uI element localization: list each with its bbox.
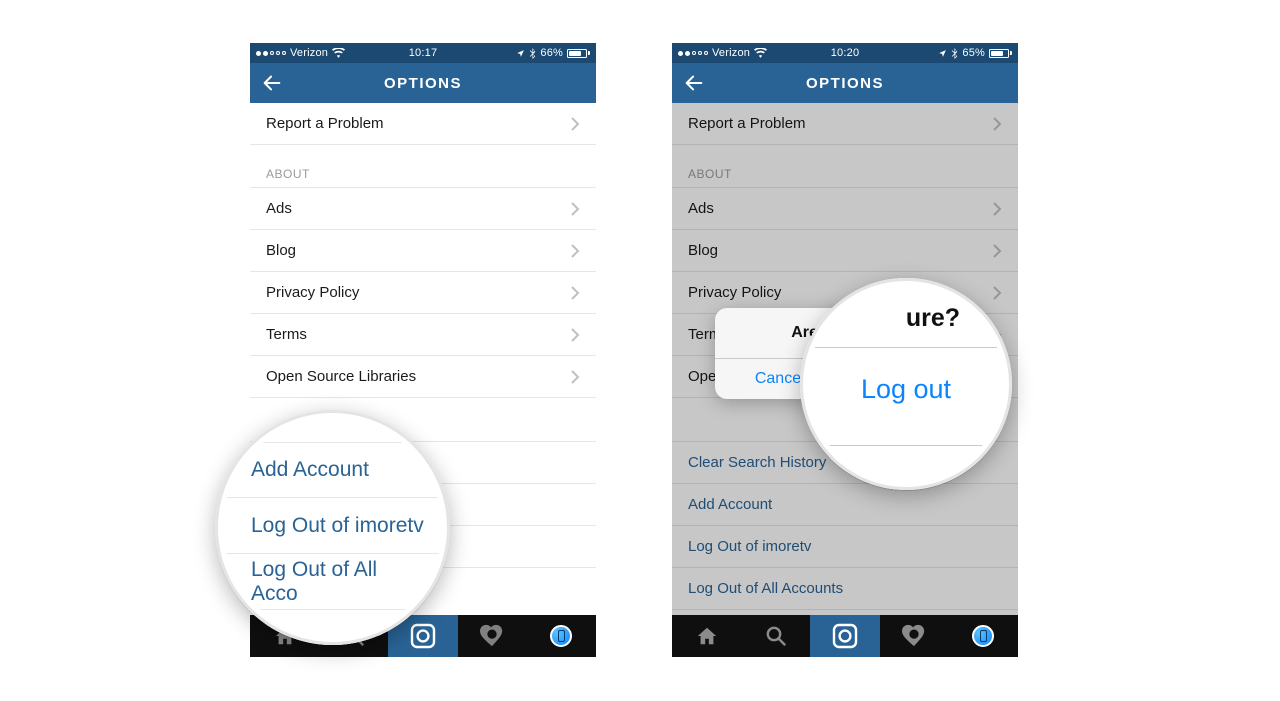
clock-label: 10:20 <box>831 47 860 59</box>
battery-icon <box>989 49 1012 58</box>
location-icon <box>516 49 525 58</box>
wifi-icon <box>332 48 345 58</box>
chevron-right-icon <box>571 244 580 258</box>
tab-search[interactable] <box>741 615 810 657</box>
row-terms[interactable]: Terms <box>250 314 596 356</box>
battery-icon <box>567 49 590 58</box>
nav-title: OPTIONS <box>806 75 884 92</box>
profile-badge-icon <box>550 625 572 647</box>
row-ads[interactable]: Ads <box>250 188 596 230</box>
battery-percent-label: 65% <box>962 47 985 59</box>
carrier-label: Verizon <box>712 47 750 59</box>
row-label: Blog <box>266 242 571 259</box>
chevron-right-icon <box>571 328 580 342</box>
signal-dots-icon <box>678 51 708 56</box>
clock-label: 10:17 <box>409 47 438 59</box>
chevron-right-icon <box>571 286 580 300</box>
bluetooth-icon <box>951 48 958 59</box>
tab-home[interactable] <box>672 615 741 657</box>
nav-bar: OPTIONS <box>250 63 596 103</box>
chevron-right-icon <box>571 117 580 131</box>
magnifier-confirm-button: Log out <box>808 348 1004 445</box>
row-label: Ads <box>266 200 571 217</box>
location-icon <box>938 49 947 58</box>
tab-activity[interactable] <box>458 615 527 657</box>
row-privacy[interactable]: Privacy Policy <box>250 272 596 314</box>
row-blog[interactable]: Blog <box>250 230 596 272</box>
tab-activity[interactable] <box>880 615 949 657</box>
row-report-problem[interactable]: Report a Problem <box>250 103 596 145</box>
profile-badge-icon <box>972 625 994 647</box>
back-button[interactable] <box>260 71 284 95</box>
signal-dots-icon <box>256 51 286 56</box>
row-label: Report a Problem <box>266 115 571 132</box>
chevron-right-icon <box>571 202 580 216</box>
status-bar: Verizon 10:20 65% <box>672 43 1018 63</box>
wifi-icon <box>754 48 767 58</box>
section-header-about: ABOUT <box>250 144 596 188</box>
row-label: Privacy Policy <box>266 284 571 301</box>
tab-profile[interactable] <box>527 615 596 657</box>
nav-bar: OPTIONS <box>672 63 1018 103</box>
callout-magnifier-left: Add Account Log Out of imoretv Log Out o… <box>215 410 450 645</box>
magnifier-row-logout-all: Log Out of All Acco <box>223 554 442 610</box>
back-button[interactable] <box>682 71 706 95</box>
row-label: Open Source Libraries <box>266 368 571 385</box>
bluetooth-icon <box>529 48 536 59</box>
nav-title: OPTIONS <box>384 75 462 92</box>
tab-profile[interactable] <box>949 615 1018 657</box>
battery-percent-label: 66% <box>540 47 563 59</box>
tab-camera[interactable] <box>810 615 879 657</box>
tab-bar <box>672 615 1018 657</box>
row-label: Terms <box>266 326 571 343</box>
magnifier-row-add-account: Add Account <box>223 442 442 498</box>
carrier-label: Verizon <box>290 47 328 59</box>
status-bar: Verizon 10:17 66% <box>250 43 596 63</box>
callout-magnifier-right: ure? Log out <box>800 278 1012 490</box>
chevron-right-icon <box>571 370 580 384</box>
row-open-source[interactable]: Open Source Libraries <box>250 356 596 398</box>
magnifier-row-logout-current: Log Out of imoretv <box>223 498 442 554</box>
